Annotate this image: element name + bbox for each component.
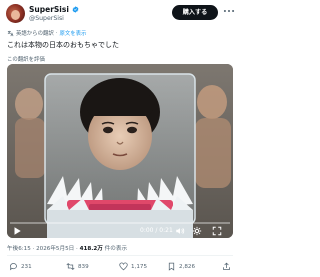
subscribe-button[interactable]: 購入する <box>172 5 218 20</box>
like-button[interactable]: 1,175 <box>119 262 147 271</box>
share-button[interactable] <box>222 262 231 271</box>
video-progress-bar[interactable] <box>10 222 230 224</box>
reply-count: 231 <box>21 263 32 270</box>
more-icon[interactable] <box>222 4 236 18</box>
retweet-count: 839 <box>78 263 89 270</box>
translation-divider: · <box>55 30 58 36</box>
settings-icon[interactable] <box>192 226 202 236</box>
bookmark-button[interactable]: 2,826 <box>167 262 195 271</box>
translate-icon <box>7 30 14 36</box>
tweet-text: これは本物の日本のおもちゃでした <box>7 41 119 49</box>
share-icon <box>223 262 230 270</box>
video-controls: 0:00 / 0:21 <box>7 220 233 238</box>
show-original-link[interactable]: 原文を表示 <box>59 29 86 37</box>
reply-icon <box>9 263 17 271</box>
volume-icon[interactable] <box>175 226 185 236</box>
retweet-button[interactable]: 839 <box>66 262 89 271</box>
action-bar: 231 839 1,175 2,826 <box>0 262 240 274</box>
author-handle[interactable]: @SuperSisi <box>29 15 64 22</box>
translation-label: 英語からの翻訳 <box>16 31 54 37</box>
video-time: 0:00 / 0:21 <box>140 227 173 234</box>
bookmark-icon <box>168 262 175 271</box>
translation-row: 英語からの翻訳 · 原文を表示 <box>7 29 86 37</box>
author-name[interactable]: SuperSisi <box>29 5 79 14</box>
video-frame <box>7 64 233 238</box>
retweet-icon <box>66 263 75 270</box>
tweet-card: SuperSisi @SuperSisi 購入する 英語からの翻訳 · 原文を表… <box>0 0 240 277</box>
like-count: 1,175 <box>131 263 148 270</box>
views-label: 件の表示 <box>104 246 128 252</box>
tweet-meta: 午後6:15 · 2026年5月5日 · 418.2万 件の表示 <box>7 246 128 252</box>
fullscreen-icon[interactable] <box>212 226 222 236</box>
bookmark-count: 2,826 <box>179 263 196 270</box>
verified-badge-icon <box>72 6 78 13</box>
views-count: 418.2万 <box>79 246 103 252</box>
divider <box>7 255 233 256</box>
tweet-time[interactable]: 午後6:15 <box>7 246 31 252</box>
avatar[interactable] <box>6 4 25 23</box>
reply-button[interactable]: 231 <box>9 262 32 271</box>
rate-translation-link[interactable]: この翻訳を評価 <box>7 55 45 63</box>
video-player[interactable]: 0:00 / 0:21 <box>7 64 233 238</box>
play-icon[interactable] <box>12 226 22 236</box>
heart-icon <box>119 262 128 271</box>
tweet-date[interactable]: 2026年5月5日 <box>36 246 74 252</box>
